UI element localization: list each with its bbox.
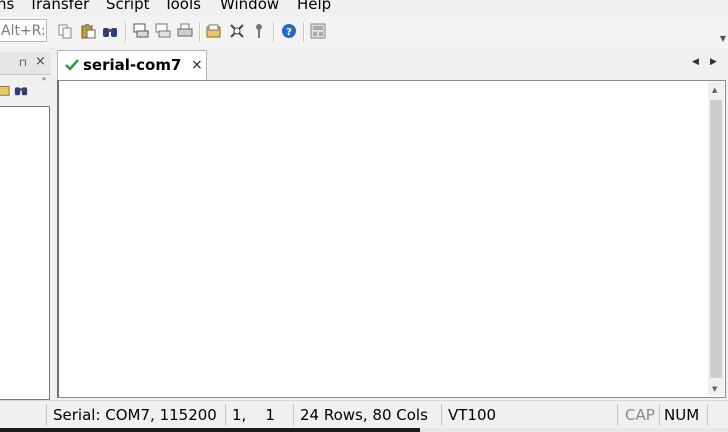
print-screen-icon[interactable] (133, 23, 149, 39)
print-selection-icon[interactable] (155, 23, 171, 39)
global-options-icon[interactable] (229, 23, 245, 39)
menu-window[interactable]: Window (220, 0, 279, 13)
session-options-icon[interactable] (206, 23, 222, 39)
toolbar-overflow-icon[interactable]: ▼ (720, 34, 726, 43)
status-terminal-size: 24 Rows, 80 Cols (294, 404, 442, 426)
close-icon[interactable]: × (35, 54, 46, 69)
menu-transfer[interactable]: Transfer (29, 0, 89, 13)
taskbar-edge (0, 428, 728, 432)
pane-toolbar: » (0, 75, 51, 105)
menu-tools[interactable]: Tools (164, 0, 201, 13)
status-emulation: VT100 (442, 404, 618, 426)
copy-icon[interactable] (57, 23, 73, 39)
tab-scroll-left-icon[interactable]: ◀ (692, 57, 699, 67)
tab-strip: serial-com7 × ◀ ▶ (54, 48, 728, 80)
vertical-scrollbar[interactable]: ▲ ▼ (708, 82, 724, 396)
toolbar-separator (303, 22, 305, 42)
menu-help[interactable]: Help (297, 0, 331, 13)
session-list[interactable] (0, 106, 50, 400)
toolbar-separator (125, 22, 127, 42)
menu-script[interactable]: Script (106, 0, 150, 13)
help-icon[interactable]: ? (281, 23, 297, 39)
tab-scroll-right-icon[interactable]: ▶ (710, 57, 717, 67)
print-icon[interactable] (177, 23, 193, 39)
quick-connect-field[interactable]: Alt+R: (0, 19, 47, 42)
chevron-right-icon[interactable]: » (42, 75, 46, 83)
tab-close-icon[interactable]: × (191, 58, 203, 72)
toolbar-separator (199, 22, 201, 42)
find-icon[interactable] (13, 83, 29, 97)
session-manager-pane: ⊓ × » (0, 48, 51, 400)
status-bar: Serial: COM7, 115200 1, 1 24 Rows, 80 Co… (0, 400, 728, 429)
tab-serial-com7[interactable]: serial-com7 × (57, 50, 207, 80)
menu-options[interactable]: ns (0, 0, 14, 13)
status-connection: Serial: COM7, 115200 (46, 404, 226, 426)
pin-icon[interactable]: ⊓ (19, 58, 27, 69)
menu-bar: ns Transfer Script Tools Window Help (0, 0, 728, 14)
keypad-icon[interactable] (310, 23, 326, 39)
paste-icon[interactable] (80, 23, 96, 39)
status-num-lock: NUM (660, 404, 708, 426)
status-caps-lock: CAP (618, 404, 660, 426)
status-cursor-position: 1, 1 (226, 404, 294, 426)
toolbar: Alt+R: ? ▼ (0, 16, 728, 49)
toolbar-separator (273, 22, 275, 42)
scroll-up-icon[interactable]: ▲ (712, 86, 717, 94)
scroll-down-icon[interactable]: ▼ (712, 385, 717, 393)
folder-icon[interactable] (0, 83, 10, 97)
tab-label: serial-com7 (83, 56, 182, 74)
check-icon (65, 59, 79, 71)
find-icon[interactable] (102, 23, 118, 39)
svg-text:?: ? (286, 27, 292, 38)
terminal-screen[interactable]: ▲ ▼ (57, 80, 726, 398)
keymap-icon[interactable] (251, 23, 267, 39)
scrollbar-thumb[interactable] (710, 100, 722, 378)
pane-header: ⊓ × (0, 52, 51, 75)
